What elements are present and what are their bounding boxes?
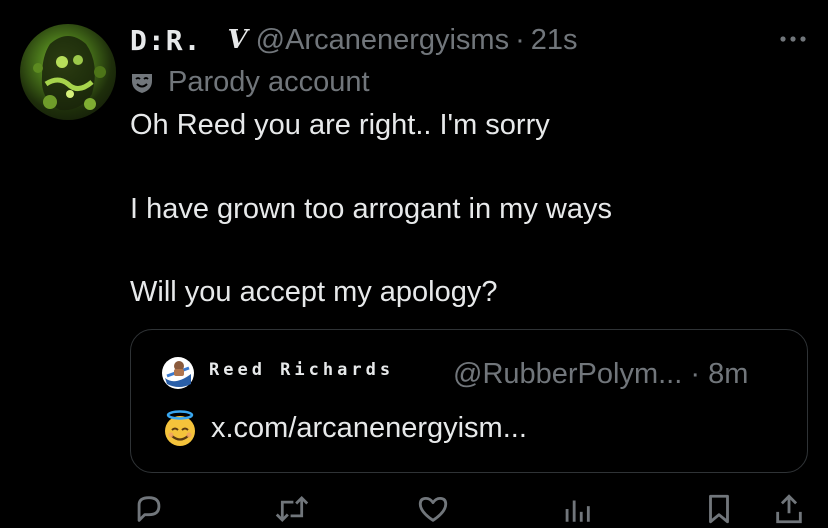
tweet-header: D:R. V @Arcanenergyisms · 21s (130, 20, 578, 60)
avatar[interactable] (20, 24, 116, 120)
views-button[interactable] (560, 492, 594, 526)
reply-icon (137, 496, 161, 522)
quoted-handle[interactable]: @RubberPolym... (453, 358, 682, 390)
more-options-button[interactable] (776, 26, 810, 52)
like-button[interactable] (416, 492, 450, 526)
tweet[interactable]: D:R. V @Arcanenergyisms · 21s Parody acc… (0, 0, 828, 528)
quoted-meta: @RubberPolym... · 8m (453, 358, 748, 391)
quoted-avatar-image (162, 357, 194, 389)
parody-label: Parody account (130, 64, 370, 100)
share-icon (776, 494, 802, 524)
parody-account-label: Parody account (168, 65, 370, 98)
views-icon (565, 500, 590, 522)
display-name-suffix: V (227, 25, 248, 55)
smiling-face-with-halo-icon (161, 410, 199, 448)
reply-button[interactable] (132, 492, 166, 526)
quoted-timestamp[interactable]: 8m (708, 358, 748, 390)
tweet-text-line: I have grown too arrogant in my ways (130, 193, 612, 225)
repost-button[interactable] (274, 492, 310, 526)
quoted-link[interactable]: x.com/arcanenergyism... (211, 412, 527, 445)
bookmark-icon (709, 494, 729, 524)
avatar-image (33, 36, 106, 111)
like-icon (418, 496, 448, 522)
tweet-text-line: Will you accept my apology? (130, 276, 498, 308)
tweet-text-line: Oh Reed you are right.. I'm sorry (130, 109, 550, 141)
repost-icon (275, 495, 309, 523)
bookmark-button[interactable] (702, 492, 736, 526)
theater-mask-icon (132, 74, 152, 93)
meta-separator: · (515, 23, 525, 56)
more-icon (780, 36, 806, 42)
quoted-display-name[interactable]: Reed Richards (209, 360, 394, 380)
user-handle[interactable]: @Arcanenergyisms (256, 24, 509, 57)
quoted-tweet[interactable]: Reed Richards @RubberPolym... · 8m x.com… (130, 329, 808, 473)
display-name[interactable]: D:R. (130, 24, 201, 57)
quoted-avatar[interactable] (161, 356, 195, 390)
quoted-separator: · (690, 358, 701, 390)
share-button[interactable] (772, 492, 806, 526)
timestamp[interactable]: 21s (531, 24, 578, 57)
